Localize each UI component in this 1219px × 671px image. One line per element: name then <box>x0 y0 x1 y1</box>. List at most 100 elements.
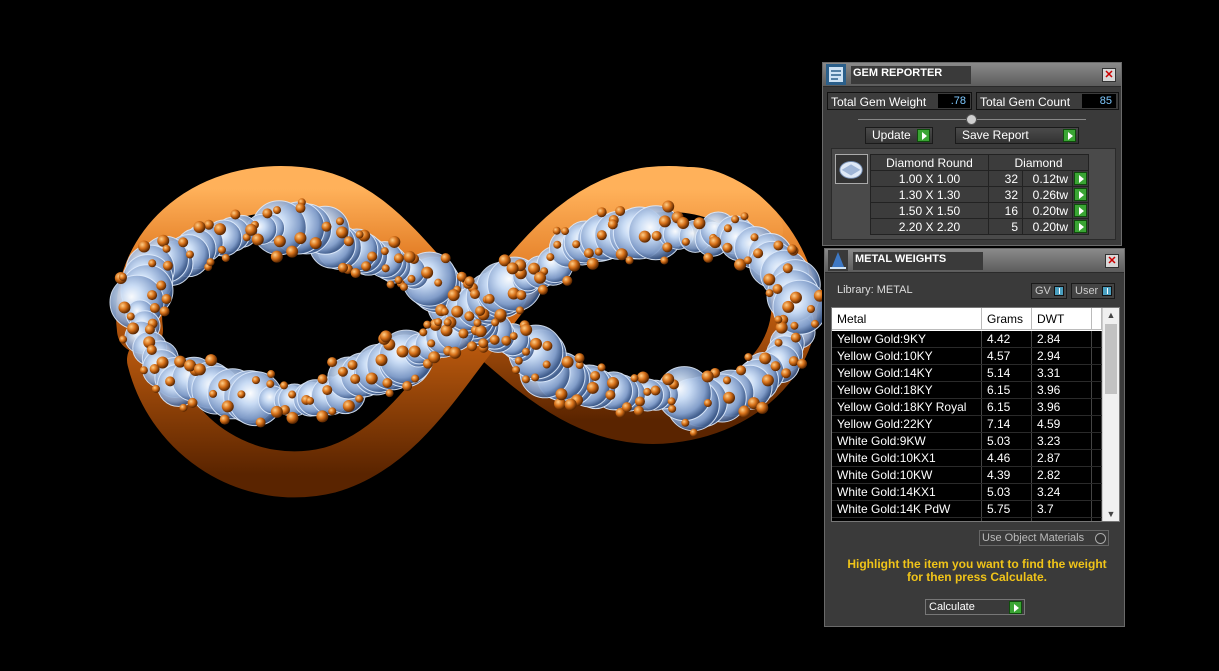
metal-prong <box>607 377 620 390</box>
metal-prong <box>772 284 783 295</box>
save-report-button[interactable]: Save Report <box>955 127 1079 144</box>
metal-prong <box>403 250 416 263</box>
gem-count-cell: 5 <box>988 218 1023 235</box>
metal-prong <box>756 401 769 414</box>
metal-prong <box>572 240 581 249</box>
extra-cell <box>1092 331 1102 347</box>
gem-report-row[interactable]: 1.50 X 1.50 16 0.20tw <box>870 202 1089 219</box>
play-icon[interactable] <box>1074 188 1087 201</box>
metal-row[interactable]: White Gold:9KW 5.03 3.23 <box>832 433 1102 450</box>
metal-prong <box>574 353 585 364</box>
grams-cell: 4.46 <box>982 518 1032 521</box>
play-icon[interactable] <box>1074 172 1087 185</box>
total-gem-count-field: Total Gem Count 85 <box>976 92 1119 110</box>
grams-cell: 4.39 <box>982 467 1032 483</box>
gem-select-cell[interactable] <box>1072 186 1089 203</box>
metal-prong <box>633 405 644 416</box>
metal-prong <box>214 223 227 236</box>
metal-prong <box>149 364 160 375</box>
metal-prong <box>411 374 420 383</box>
metal-prong <box>475 305 486 316</box>
grams-column-header[interactable]: Grams <box>982 308 1032 329</box>
metal-prong <box>542 360 551 369</box>
metal-name-cell: White Gold:10KW <box>832 467 982 483</box>
metal-row[interactable]: White Gold:14KX1 5.03 3.24 <box>832 484 1102 501</box>
metal-row[interactable]: Yellow Gold:18KY 6.15 3.96 <box>832 382 1102 399</box>
gem-report-row[interactable]: 2.20 X 2.20 5 0.20tw <box>870 218 1089 235</box>
gem-report-row[interactable]: 1.00 X 1.00 32 0.12tw <box>870 170 1089 187</box>
metal-prong <box>221 253 230 262</box>
dwt-cell: 3.23 <box>1032 433 1092 449</box>
metal-row[interactable]: White Gold:10KW 4.39 2.82 <box>832 467 1102 484</box>
dwt-cell: 2.87 <box>1032 518 1092 521</box>
metal-weights-titlebar[interactable]: METAL WEIGHTS ✕ <box>825 249 1124 273</box>
metal-row[interactable]: White Gold:14KW4.462.87 <box>832 518 1102 521</box>
metal-prong <box>474 325 487 338</box>
calculate-button[interactable]: Calculate <box>925 599 1025 615</box>
gem-select-cell[interactable] <box>1072 170 1089 187</box>
use-object-materials-button[interactable]: Use Object Materials <box>979 530 1109 546</box>
scroll-thumb[interactable] <box>1105 324 1117 394</box>
play-icon[interactable] <box>1074 204 1087 217</box>
metal-column-header[interactable]: Metal <box>832 308 982 329</box>
metal-prong <box>668 404 677 413</box>
dwt-cell: 3.96 <box>1032 399 1092 415</box>
extra-column-header <box>1092 308 1102 329</box>
metal-row[interactable]: White Gold:14K PdW 5.75 3.7 <box>832 501 1102 518</box>
gem-report-row[interactable]: 1.30 X 1.30 32 0.26tw <box>870 186 1089 203</box>
metal-prong <box>273 235 286 248</box>
metal-prong <box>590 370 601 381</box>
metal-prong <box>217 245 226 254</box>
metal-row[interactable]: Yellow Gold:22KY 7.14 4.59 <box>832 416 1102 433</box>
metal-prong <box>255 417 266 428</box>
metal-prong <box>375 353 388 366</box>
3d-viewport[interactable] <box>0 0 822 671</box>
gem-shape-header: Diamond Round <box>870 154 989 171</box>
gv-toggle[interactable]: GV <box>1031 283 1067 299</box>
metal-prong <box>658 215 671 228</box>
metal-prong <box>355 394 364 403</box>
gem-select-cell[interactable] <box>1072 218 1089 235</box>
close-icon[interactable]: ✕ <box>1102 68 1116 82</box>
close-icon[interactable]: ✕ <box>1105 254 1119 268</box>
play-icon[interactable] <box>1074 220 1087 233</box>
user-toggle[interactable]: User <box>1071 283 1115 299</box>
metal-row[interactable]: White Gold:10KX1 4.46 2.87 <box>832 450 1102 467</box>
metal-prong <box>193 220 206 233</box>
scroll-down-icon[interactable]: ▼ <box>1106 509 1116 519</box>
dwt-column-header[interactable]: DWT <box>1032 308 1092 329</box>
metal-prong <box>328 407 337 416</box>
gem-select-cell[interactable] <box>1072 202 1089 219</box>
extra-cell <box>1092 365 1102 381</box>
slider-knob[interactable] <box>966 114 977 125</box>
update-button[interactable]: Update <box>865 127 933 144</box>
metal-row[interactable]: Yellow Gold:10KY 4.57 2.94 <box>832 348 1102 365</box>
metal-prong <box>165 376 176 387</box>
gem-reporter-title: GEM REPORTER <box>851 66 971 84</box>
metal-row[interactable]: Yellow Gold:14KY 5.14 3.31 <box>832 365 1102 382</box>
update-button-label: Update <box>872 128 911 142</box>
metal-prong <box>407 274 416 283</box>
metal-prong <box>515 306 524 315</box>
metal-prong <box>723 376 732 385</box>
metal-list-scrollbar[interactable]: ▲ ▼ <box>1102 308 1119 521</box>
infinity-ring-model[interactable] <box>0 0 822 671</box>
metal-prong <box>162 244 171 253</box>
radio-icon <box>1095 533 1106 544</box>
metal-prong <box>770 361 781 372</box>
metal-row[interactable]: Yellow Gold:9KY 4.42 2.84 <box>832 331 1102 348</box>
metal-list[interactable]: Metal Grams DWT Yellow Gold:9KY 4.42 2.84 Y… <box>831 307 1120 522</box>
metal-prong <box>185 250 194 259</box>
metal-prong <box>428 351 441 364</box>
metal-prong <box>677 217 690 230</box>
metal-row[interactable]: Yellow Gold:18KY Royal 6.15 3.96 <box>832 399 1102 416</box>
metal-prong <box>399 283 408 292</box>
metal-prong <box>203 219 214 230</box>
metal-prong <box>555 388 568 401</box>
metal-prong <box>327 357 338 368</box>
metal-prong <box>489 334 500 345</box>
gem-weight-cell: 0.26tw <box>1022 186 1073 203</box>
gem-reporter-titlebar[interactable]: GEM REPORTER ✕ <box>823 63 1121 87</box>
scroll-up-icon[interactable]: ▲ <box>1106 310 1116 320</box>
gem-weight-cell: 0.20tw <box>1022 202 1073 219</box>
